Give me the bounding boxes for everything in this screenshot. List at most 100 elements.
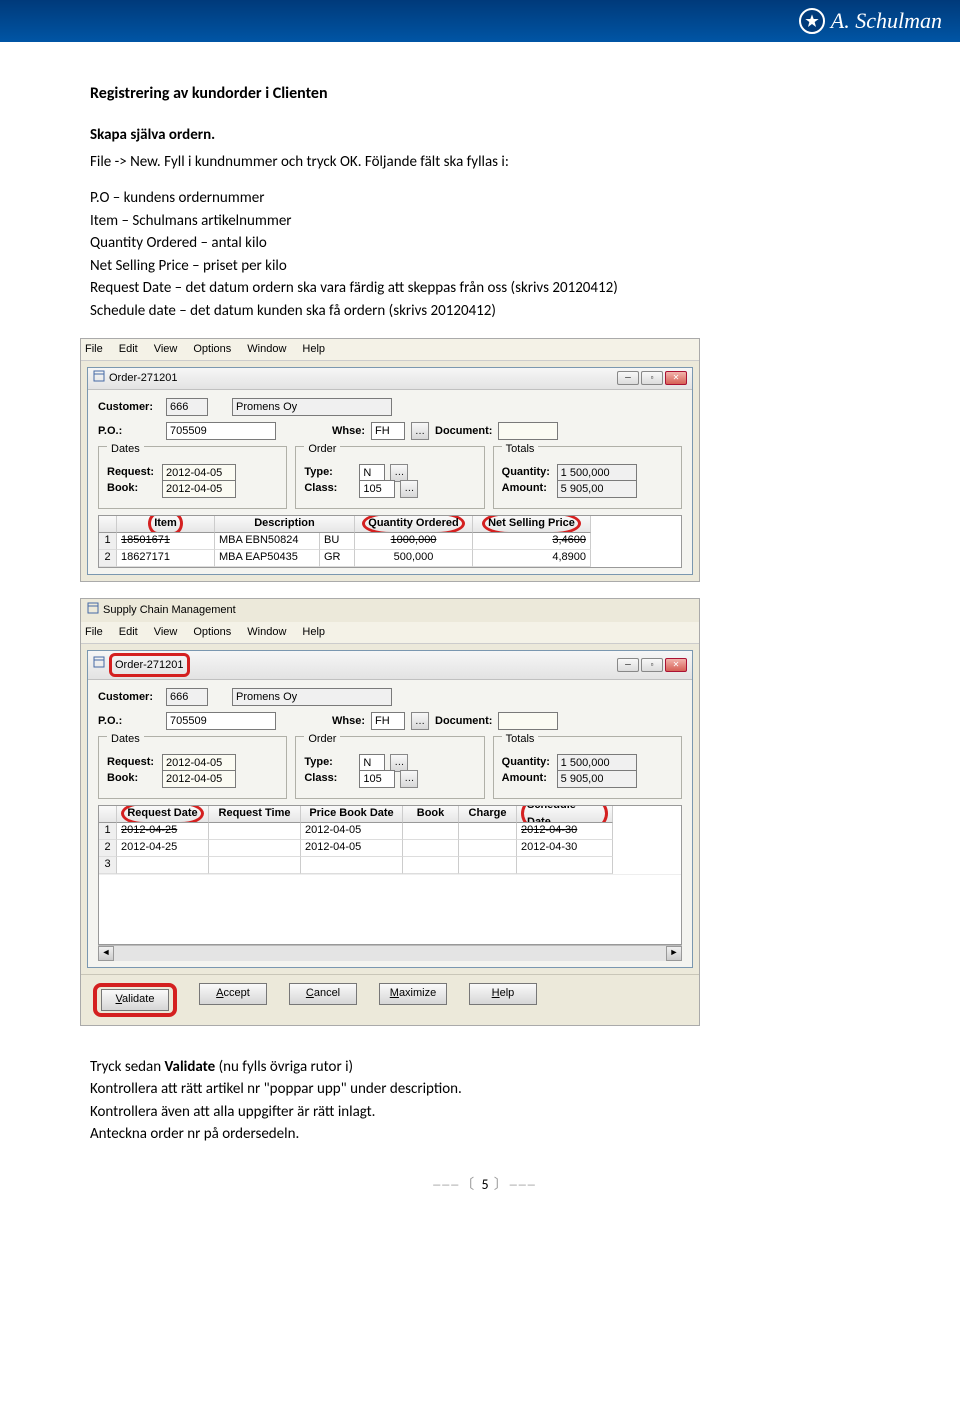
amount-field [557, 770, 637, 788]
close-button[interactable]: ✕ [665, 658, 687, 672]
cell-pbd [301, 857, 403, 874]
maximize-button[interactable]: ▫ [641, 371, 663, 385]
window-title-1: Order-271201 [109, 370, 178, 387]
order-legend: Order [304, 733, 340, 745]
col-request-time: Request Time [209, 806, 301, 823]
menu-options[interactable]: Options [193, 624, 231, 641]
validate-highlight: Validate [93, 983, 177, 1017]
customer-id-field[interactable] [166, 398, 208, 416]
items-table-2: Request Date Request Time Price Book Dat… [98, 805, 682, 945]
cell-qo: 1000,000 [355, 533, 473, 550]
row-number: 1 [99, 823, 117, 840]
col-net-selling-price: Net Selling Price [482, 516, 581, 533]
scroll-left-icon[interactable]: ◄ [98, 946, 114, 961]
doc-list-1: P.O – kundens ordernummer [90, 187, 880, 210]
scroll-right-icon[interactable]: ► [666, 946, 682, 961]
validate-button[interactable]: Validate [101, 989, 169, 1011]
menu-options[interactable]: Options [193, 341, 231, 358]
menu-window[interactable]: Window [247, 624, 286, 641]
customer-name-field[interactable] [232, 398, 392, 416]
col-description: Description [215, 516, 355, 533]
cancel-button[interactable]: Cancel [289, 983, 357, 1005]
dates-group: Dates Request: Book: [98, 736, 287, 799]
type-label: Type: [304, 754, 354, 771]
doc-list-2: Item – Schulmans artikelnummer [90, 210, 880, 233]
minimize-button[interactable]: ─ [617, 658, 639, 672]
menu-help[interactable]: Help [302, 341, 325, 358]
inner-window-2: Order-271201 ─ ▫ ✕ Customer: P.O.: Whse [87, 650, 693, 968]
customer-id-field[interactable] [166, 688, 208, 706]
whse-lookup-button[interactable]: … [411, 422, 429, 440]
totals-group: Totals Quantity: Amount: [493, 736, 682, 799]
whse-lookup-button[interactable]: … [411, 712, 429, 730]
po-label: P.O.: [98, 713, 160, 730]
book-label: Book: [107, 770, 157, 787]
po-field[interactable] [166, 422, 276, 440]
book-field[interactable] [162, 480, 236, 498]
col-charge: Charge [459, 806, 517, 823]
h-scrollbar[interactable]: ◄ ► [98, 945, 682, 961]
class-field[interactable] [359, 770, 395, 788]
accept-button[interactable]: Accept [199, 983, 267, 1005]
brand-header: A. Schulman [0, 0, 960, 42]
menu-edit[interactable]: Edit [119, 624, 138, 641]
cell-desc-a: MBA EBN50824 [215, 533, 320, 550]
row-number: 1 [99, 533, 117, 550]
request-label: Request: [107, 754, 157, 771]
cell-pbd: 2012-04-05 [301, 823, 403, 840]
maximize-action-button[interactable]: Maximize [379, 983, 447, 1005]
doc-list-5: Request Date – det datum ordern ska vara… [90, 277, 880, 300]
doc-list-6: Schedule date – det datum kunden ska få … [90, 300, 880, 323]
class-lookup-button[interactable]: … [400, 480, 418, 498]
order-group: Order Type:… Class:… [295, 736, 484, 799]
table-row[interactable]: 2 18627171 MBA EAP50435 GR 500,000 4,890… [99, 550, 681, 567]
table-row[interactable]: 1 18501671 MBA EBN50824 BU 1000,000 3,46… [99, 533, 681, 550]
cell-bk [403, 857, 459, 874]
class-field[interactable] [359, 480, 395, 498]
doc-title: Registrering av kundorder i Clienten [90, 82, 880, 106]
cell-desc-b: GR [320, 550, 355, 567]
whse-field[interactable] [371, 712, 405, 730]
document-field[interactable] [498, 422, 558, 440]
menu-view[interactable]: View [154, 341, 178, 358]
inner-window-1: Order-271201 ─ ▫ ✕ Customer: P.O.: Whse [87, 367, 693, 575]
table-row[interactable]: 2 2012-04-25 2012-04-05 2012-04-30 [99, 840, 681, 857]
document-field[interactable] [498, 712, 558, 730]
window-title-2: Order-271201 [109, 653, 190, 678]
brand-logo: A. Schulman [799, 8, 942, 34]
table-row[interactable]: 3 [99, 857, 681, 874]
minimize-button[interactable]: ─ [617, 371, 639, 385]
app-window-2: Supply Chain Management File Edit View O… [80, 598, 700, 1026]
dates-legend: Dates [107, 733, 144, 745]
customer-label: Customer: [98, 399, 160, 416]
class-lookup-button[interactable]: … [400, 770, 418, 788]
help-button[interactable]: Help [469, 983, 537, 1005]
close-button[interactable]: ✕ [665, 371, 687, 385]
cell-bk [403, 840, 459, 857]
cell-rd [117, 857, 209, 874]
menu-window[interactable]: Window [247, 341, 286, 358]
doc-line-1: File -> New. Fyll i kundnummer och tryck… [90, 151, 880, 174]
menu-edit[interactable]: Edit [119, 341, 138, 358]
menu-file[interactable]: File [85, 341, 103, 358]
book-field[interactable] [162, 770, 236, 788]
menu-view[interactable]: View [154, 624, 178, 641]
po-field[interactable] [166, 712, 276, 730]
quantity-label: Quantity: [502, 754, 552, 771]
maximize-button[interactable]: ▫ [641, 658, 663, 672]
scm-title: Supply Chain Management [103, 602, 236, 619]
cell-item: 18501671 [117, 533, 215, 550]
table-row[interactable]: 1 2012-04-25 2012-04-05 2012-04-30 [99, 823, 681, 840]
amount-label: Amount: [502, 480, 552, 497]
post-line-4: Anteckna order nr på ordersedeln. [90, 1123, 880, 1146]
dates-group: Dates Request: Book: [98, 446, 287, 509]
menu-file[interactable]: File [85, 624, 103, 641]
menu-help[interactable]: Help [302, 624, 325, 641]
whse-field[interactable] [371, 422, 405, 440]
cell-item: 18627171 [117, 550, 215, 567]
customer-name-field[interactable] [232, 688, 392, 706]
col-book: Book [403, 806, 459, 823]
totals-legend: Totals [502, 733, 539, 745]
page-footer: ───〔 5 〕─── [90, 1174, 880, 1195]
cell-ch [459, 857, 517, 874]
